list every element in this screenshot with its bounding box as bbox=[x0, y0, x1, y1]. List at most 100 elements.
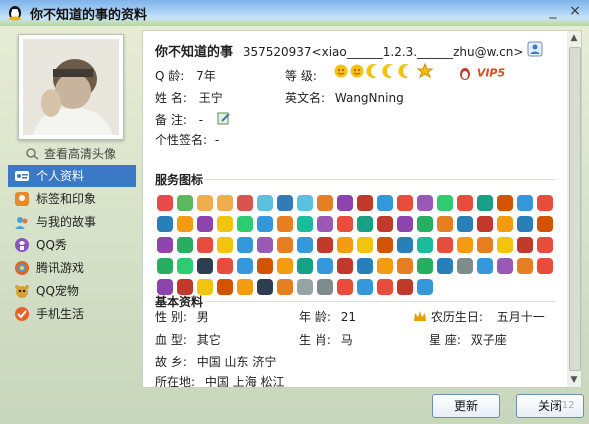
service-icon[interactable] bbox=[217, 237, 233, 253]
service-icon[interactable] bbox=[517, 195, 533, 211]
service-icon[interactable] bbox=[197, 237, 213, 253]
service-icon[interactable] bbox=[177, 195, 193, 211]
service-icon[interactable] bbox=[277, 195, 293, 211]
service-icon[interactable] bbox=[317, 195, 333, 211]
sidebar-item-mobile[interactable]: 手机生活 bbox=[8, 303, 136, 325]
service-icon[interactable] bbox=[357, 279, 373, 295]
service-icon[interactable] bbox=[317, 279, 333, 295]
service-icon[interactable] bbox=[177, 237, 193, 253]
vip-badge[interactable]: VIP5 bbox=[457, 65, 505, 81]
service-icon[interactable] bbox=[257, 195, 273, 211]
service-icon[interactable] bbox=[497, 195, 513, 211]
service-icon[interactable] bbox=[477, 216, 493, 232]
level-icons[interactable] bbox=[333, 62, 437, 82]
service-icon[interactable] bbox=[437, 258, 453, 274]
service-icon[interactable] bbox=[297, 279, 313, 295]
service-icon[interactable] bbox=[437, 237, 453, 253]
service-icon[interactable] bbox=[417, 216, 433, 232]
service-icon[interactable] bbox=[377, 216, 393, 232]
service-icon[interactable] bbox=[157, 195, 173, 211]
service-icon[interactable] bbox=[277, 258, 293, 274]
service-icon[interactable] bbox=[417, 279, 433, 295]
service-icon[interactable] bbox=[277, 216, 293, 232]
service-icon[interactable] bbox=[157, 258, 173, 274]
service-icon[interactable] bbox=[237, 195, 253, 211]
service-icon[interactable] bbox=[257, 237, 273, 253]
service-icon[interactable] bbox=[237, 216, 253, 232]
service-icon[interactable] bbox=[197, 216, 213, 232]
service-icon[interactable] bbox=[337, 258, 353, 274]
service-icon[interactable] bbox=[417, 237, 433, 253]
service-icon[interactable] bbox=[257, 258, 273, 274]
service-icon[interactable] bbox=[397, 237, 413, 253]
service-icon[interactable] bbox=[377, 195, 393, 211]
service-icon[interactable] bbox=[337, 279, 353, 295]
service-icon[interactable] bbox=[317, 258, 333, 274]
service-icon[interactable] bbox=[297, 237, 313, 253]
service-icon[interactable] bbox=[517, 258, 533, 274]
service-icon[interactable] bbox=[317, 237, 333, 253]
service-icon[interactable] bbox=[417, 195, 433, 211]
service-icon[interactable] bbox=[217, 279, 233, 295]
sidebar-item-tags[interactable]: 标签和印象 bbox=[8, 188, 136, 210]
service-icon[interactable] bbox=[357, 216, 373, 232]
service-icon[interactable] bbox=[417, 258, 433, 274]
service-icon[interactable] bbox=[357, 237, 373, 253]
service-icon[interactable] bbox=[337, 237, 353, 253]
scroll-up-arrow-icon[interactable]: ▲ bbox=[567, 31, 581, 45]
service-icon[interactable] bbox=[537, 237, 553, 253]
service-icon[interactable] bbox=[517, 216, 533, 232]
service-icon[interactable] bbox=[397, 258, 413, 274]
service-icon[interactable] bbox=[437, 195, 453, 211]
sidebar-item-profile[interactable]: 个人资料 bbox=[8, 165, 136, 187]
service-icon[interactable] bbox=[497, 216, 513, 232]
service-icon[interactable] bbox=[397, 279, 413, 295]
service-icon[interactable] bbox=[337, 216, 353, 232]
service-icon[interactable] bbox=[297, 258, 313, 274]
avatar[interactable] bbox=[23, 39, 119, 135]
service-icon[interactable] bbox=[377, 237, 393, 253]
sidebar-item-stories[interactable]: 与我的故事 bbox=[8, 211, 136, 233]
scrollbar[interactable]: ▲ ▼ bbox=[567, 30, 582, 388]
service-icon[interactable] bbox=[237, 237, 253, 253]
service-icon[interactable] bbox=[257, 216, 273, 232]
service-icon[interactable] bbox=[477, 237, 493, 253]
scroll-down-arrow-icon[interactable]: ▼ bbox=[567, 373, 581, 387]
service-icon[interactable] bbox=[357, 195, 373, 211]
service-icon[interactable] bbox=[317, 216, 333, 232]
minimize-button[interactable]: _ bbox=[544, 4, 562, 20]
service-icon[interactable] bbox=[237, 258, 253, 274]
service-icon[interactable] bbox=[337, 195, 353, 211]
service-icon[interactable] bbox=[377, 279, 393, 295]
service-icon[interactable] bbox=[377, 258, 393, 274]
contact-card-icon[interactable] bbox=[527, 41, 543, 57]
sidebar-item-qq-show[interactable]: QQ秀 bbox=[8, 234, 136, 256]
service-icon[interactable] bbox=[217, 216, 233, 232]
service-icon[interactable] bbox=[537, 195, 553, 211]
service-icon[interactable] bbox=[157, 237, 173, 253]
service-icon[interactable] bbox=[357, 258, 373, 274]
service-icon[interactable] bbox=[217, 258, 233, 274]
service-icon[interactable] bbox=[257, 279, 273, 295]
service-icon[interactable] bbox=[397, 195, 413, 211]
qq-id-email[interactable]: 357520937<xiao______1.2.3.______zhu@w.cn… bbox=[243, 45, 524, 59]
service-icon[interactable] bbox=[477, 258, 493, 274]
service-icon[interactable] bbox=[457, 237, 473, 253]
service-icon[interactable] bbox=[197, 195, 213, 211]
service-icon[interactable] bbox=[517, 237, 533, 253]
service-icon[interactable] bbox=[537, 258, 553, 274]
service-icon[interactable] bbox=[457, 258, 473, 274]
service-icon[interactable] bbox=[497, 258, 513, 274]
service-icon[interactable] bbox=[437, 216, 453, 232]
service-icon[interactable] bbox=[177, 258, 193, 274]
service-icon[interactable] bbox=[537, 216, 553, 232]
service-icon[interactable] bbox=[457, 216, 473, 232]
view-hd-avatar-link[interactable]: 查看高清头像 bbox=[26, 145, 116, 162]
close-window-button[interactable]: × bbox=[566, 4, 584, 20]
refresh-button[interactable]: 更新 bbox=[432, 394, 500, 418]
service-icon[interactable] bbox=[237, 279, 253, 295]
service-icon[interactable] bbox=[497, 237, 513, 253]
service-icon[interactable] bbox=[197, 258, 213, 274]
service-icon[interactable] bbox=[297, 216, 313, 232]
sidebar-item-games[interactable]: 腾讯游戏 bbox=[8, 257, 136, 279]
